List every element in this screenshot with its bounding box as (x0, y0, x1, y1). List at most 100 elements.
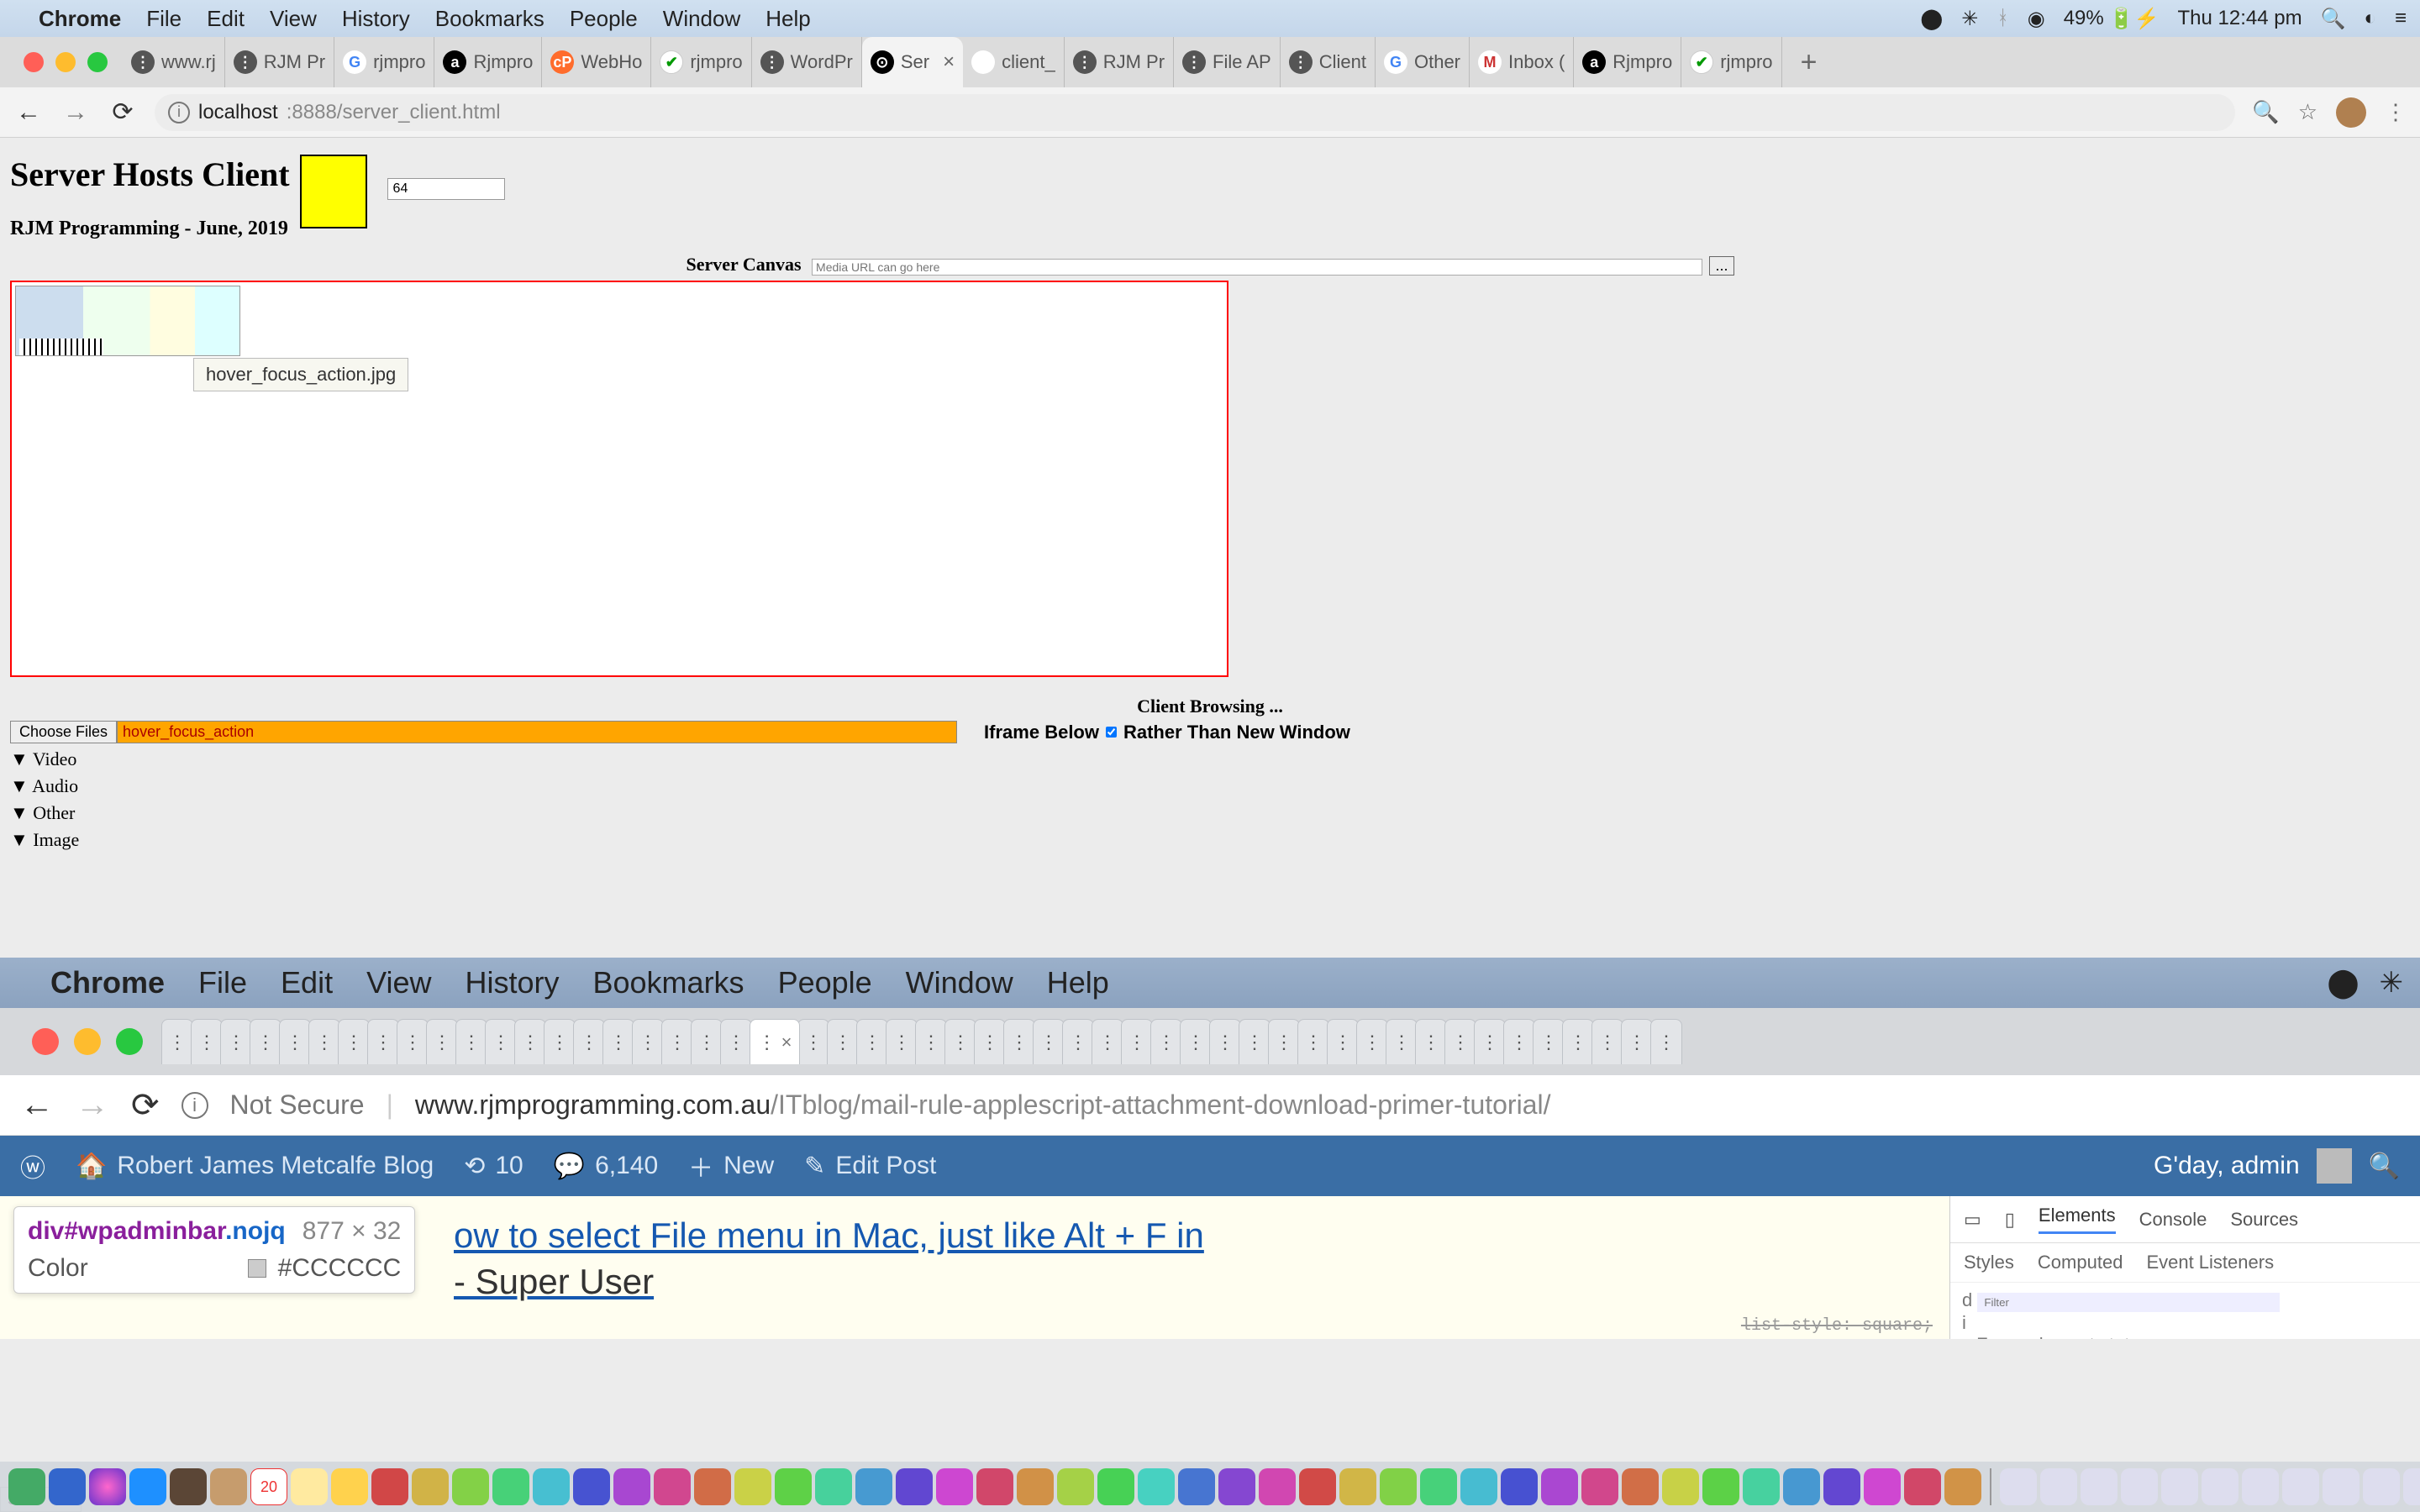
back-button[interactable]: ← (13, 98, 44, 127)
forward-button[interactable]: → (76, 1086, 109, 1124)
dock-app-icon[interactable] (896, 1468, 933, 1505)
notification-center-icon[interactable]: ≡ (2395, 7, 2407, 30)
browser-tab[interactable]: ⋮ (308, 1019, 340, 1064)
dock-app-icon[interactable] (654, 1468, 691, 1505)
wp-new[interactable]: ＋ New (688, 1147, 774, 1184)
browser-tab[interactable]: ⋮ (1415, 1019, 1447, 1064)
menu-window[interactable]: Window (663, 6, 740, 32)
disclosure-video[interactable]: Video (10, 748, 2410, 770)
canvas-thumbnail[interactable] (15, 286, 240, 356)
dock-app-icon[interactable] (1944, 1468, 1981, 1505)
dock-app-icon[interactable] (452, 1468, 489, 1505)
dock-app-icon[interactable] (1259, 1468, 1296, 1505)
forward-button[interactable]: → (60, 98, 91, 127)
wp-site-name[interactable]: 🏠 Robert James Metcalfe Blog (76, 1152, 434, 1181)
menu-view[interactable]: View (366, 965, 431, 1000)
menu-history[interactable]: History (465, 965, 559, 1000)
browser-tab[interactable]: ⋮ (1444, 1019, 1476, 1064)
dock-app-icon[interactable] (1138, 1468, 1175, 1505)
browser-tab[interactable]: ⋮ (1297, 1019, 1329, 1064)
browser-tab[interactable]: ⋮ (485, 1019, 517, 1064)
menuextra-icon[interactable]: ⬤ (1920, 7, 1943, 31)
menu-file[interactable]: File (198, 965, 247, 1000)
wp-comments[interactable]: 💬 6,140 (554, 1152, 658, 1181)
browser-tab[interactable]: ⋮ (397, 1019, 429, 1064)
disclosure-image[interactable]: Image (10, 829, 2410, 851)
tab-0[interactable]: ⋮www.rj (123, 37, 225, 87)
browser-tab[interactable]: ⋮ (1033, 1019, 1065, 1064)
browser-tab[interactable]: ⋮ (1356, 1019, 1388, 1064)
tab-3[interactable]: aRjmpro (434, 37, 542, 87)
dt-sub-computed[interactable]: Computed (2038, 1252, 2123, 1273)
dock-app-icon[interactable] (1783, 1468, 1820, 1505)
tab-2[interactable]: Grjmpro (334, 37, 434, 87)
dt-tab-console[interactable]: Console (2139, 1209, 2207, 1231)
browser-tab[interactable]: ⋮ (797, 1019, 829, 1064)
dock-app-icon[interactable] (89, 1468, 126, 1505)
dock-app-icon[interactable] (1662, 1468, 1699, 1505)
dock-app-icon[interactable] (694, 1468, 731, 1505)
dock-app-icon[interactable] (1743, 1468, 1780, 1505)
menu-bookmarks[interactable]: Bookmarks (435, 6, 544, 32)
browser-tab[interactable]: ⋮ (1003, 1019, 1035, 1064)
browser-tab[interactable]: ⋮ (1209, 1019, 1241, 1064)
tab-9[interactable]: ⋮RJM Pr (1065, 37, 1174, 87)
browser-tab[interactable]: ⋮ (1150, 1019, 1182, 1064)
browser-tab[interactable]: ⋮ (974, 1019, 1006, 1064)
dock-app-icon[interactable] (1622, 1468, 1659, 1505)
dock-app-icon[interactable] (815, 1468, 852, 1505)
ellipsis-button[interactable]: ... (1709, 256, 1733, 276)
active-app[interactable]: Chrome (39, 6, 121, 32)
browser-tab[interactable]: ⋮ (691, 1019, 723, 1064)
dock-app-icon[interactable] (492, 1468, 529, 1505)
yellow-box[interactable] (300, 155, 367, 228)
tab-15[interactable]: ✔rjmpro (1681, 37, 1781, 87)
dock-minimized-window[interactable] (2161, 1468, 2198, 1505)
menu-bookmarks[interactable]: Bookmarks (593, 965, 744, 1000)
menu-file[interactable]: File (146, 6, 182, 32)
dt-sub-styles[interactable]: Styles (1964, 1252, 2014, 1273)
dock-app-icon[interactable] (1541, 1468, 1578, 1505)
browser-tab[interactable]: ⋮ (720, 1019, 752, 1064)
number-input[interactable] (387, 178, 505, 200)
site-info-icon[interactable]: i (168, 102, 190, 123)
active-app-inner[interactable]: Chrome (50, 965, 165, 1000)
devtools-inspect-icon[interactable]: ▭ (1964, 1209, 1981, 1231)
dock-app-icon[interactable] (1339, 1468, 1376, 1505)
browser-tab[interactable]: ⋮ (455, 1019, 487, 1064)
menuextra-icon[interactable]: ⬤ (2327, 966, 2359, 1000)
browser-tab[interactable]: ⋮ (856, 1019, 888, 1064)
bookmark-star-icon[interactable]: ☆ (2298, 99, 2317, 125)
reload-button[interactable]: ⟳ (108, 97, 138, 127)
tab-6[interactable]: ⋮WordPr (752, 37, 862, 87)
profile-avatar[interactable] (2336, 97, 2366, 128)
zoom-icon[interactable]: 🔍 (2252, 99, 2279, 125)
menu-help[interactable]: Help (1047, 965, 1109, 1000)
menu-help[interactable]: Help (765, 6, 810, 32)
minimize-window[interactable] (55, 52, 76, 72)
browser-tab[interactable]: ⋮ (944, 1019, 976, 1064)
wp-greeting[interactable]: G'day, admin (2154, 1152, 2300, 1180)
browser-tab[interactable]: ⋮ (1180, 1019, 1212, 1064)
dock-app-icon[interactable] (976, 1468, 1013, 1505)
browser-tab[interactable]: ⋮ (544, 1019, 576, 1064)
styles-filter-input[interactable] (1977, 1293, 2280, 1312)
browser-tab[interactable]: ⋮ (1503, 1019, 1535, 1064)
dock-minimized-window[interactable] (2121, 1468, 2158, 1505)
tab-10[interactable]: ⋮File AP (1174, 37, 1281, 87)
dock-minimized-window[interactable] (2363, 1468, 2400, 1505)
browser-tab[interactable]: ⋮ (661, 1019, 693, 1064)
menu-history[interactable]: History (342, 6, 410, 32)
dock-app-icon[interactable] (1299, 1468, 1336, 1505)
browser-tab[interactable]: ⋮ (367, 1019, 399, 1064)
devtools-device-icon[interactable]: ▯ (2005, 1209, 2015, 1231)
dock-app-icon[interactable] (1420, 1468, 1457, 1505)
disclosure-audio[interactable]: Audio (10, 775, 2410, 797)
dock-app-icon[interactable] (412, 1468, 449, 1505)
browser-tab[interactable]: ⋮ (886, 1019, 918, 1064)
dock-minimized-window[interactable] (2040, 1468, 2077, 1505)
browser-tab[interactable]: ⋮ (220, 1019, 252, 1064)
zoom-window[interactable] (87, 52, 108, 72)
dock-app-icon[interactable] (936, 1468, 973, 1505)
close-window[interactable] (24, 52, 44, 72)
